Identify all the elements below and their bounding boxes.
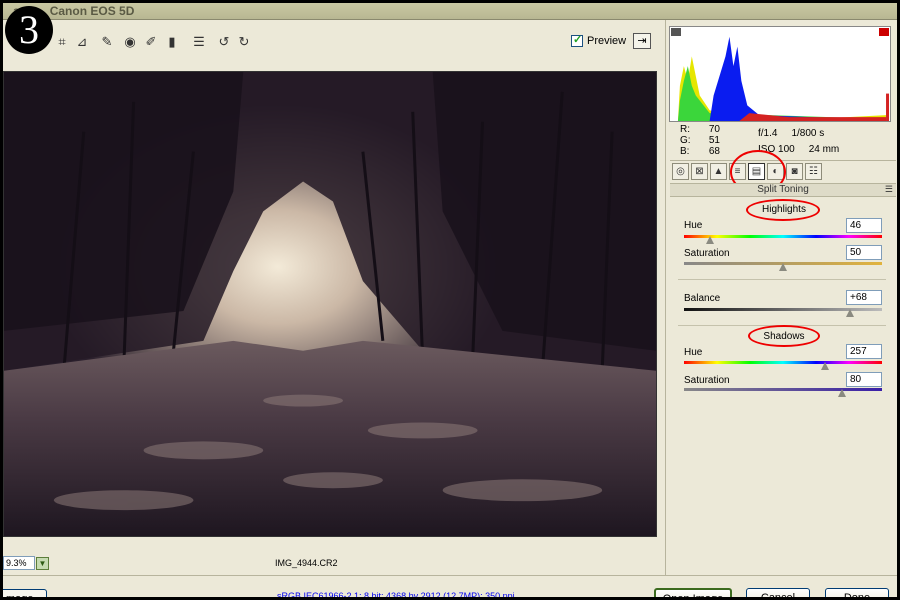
highlights-hue-slider[interactable]	[684, 235, 882, 244]
rgb-readout: R: 70 G: 51 B: 68	[680, 124, 720, 157]
workflow-options-link[interactable]: sRGB IEC61966-2.1; 8 bit; 4368 by 2912 (…	[277, 591, 515, 597]
shadow-clipping-icon[interactable]	[671, 28, 681, 36]
divider	[678, 279, 886, 280]
chevron-down-icon[interactable]: ▼	[36, 556, 49, 570]
balance-value[interactable]: +68	[846, 290, 882, 305]
b-label: B:	[680, 146, 690, 157]
b-value: 68	[708, 146, 720, 157]
graduated-filter-icon[interactable]: ▮	[163, 33, 181, 51]
g-label: G:	[680, 135, 691, 146]
slider-thumb[interactable]	[838, 389, 847, 398]
preferences-icon[interactable]: ☰	[190, 33, 208, 51]
tab-basic-icon[interactable]: ◎	[672, 163, 689, 180]
section-header: Split Toning ☰	[670, 183, 896, 197]
preview-label: Preview	[587, 35, 627, 47]
save-image-button[interactable]: mage...	[3, 589, 47, 597]
step-badge: 3	[5, 6, 53, 54]
footer-bar: mage... sRGB IEC61966-2.1; 8 bit; 4368 b…	[3, 575, 897, 597]
section-title: Split Toning	[757, 184, 809, 195]
shadows-hue-label: Hue	[684, 347, 703, 358]
fullscreen-icon[interactable]: ⇥	[633, 33, 651, 49]
slider-thumb[interactable]	[779, 263, 788, 272]
highlights-saturation-value[interactable]: 50	[846, 245, 882, 260]
forest-path-photo	[4, 72, 656, 536]
highlights-hue-label: Hue	[684, 220, 703, 231]
checkbox-icon[interactable]	[571, 33, 583, 47]
done-button[interactable]: Done	[825, 588, 889, 597]
rotate-left-icon[interactable]: ↺	[215, 33, 233, 51]
shadows-saturation-value[interactable]: 80	[846, 372, 882, 387]
slider-thumb[interactable]	[846, 309, 855, 318]
cancel-button[interactable]: Cancel	[746, 588, 810, 597]
zoom-value[interactable]: 9.3%	[3, 556, 35, 570]
crop-icon[interactable]: ⌗	[53, 33, 71, 51]
tab-camera-calibration-icon[interactable]: ◙	[786, 163, 803, 180]
highlights-saturation-label: Saturation	[684, 248, 730, 259]
panel-menu-icon[interactable]: ☰	[885, 184, 893, 195]
zoom-control[interactable]: 9.3% ▼	[3, 556, 51, 570]
focal-value: 24 mm	[808, 144, 840, 155]
slider-thumb[interactable]	[820, 362, 830, 371]
shadows-saturation-slider[interactable]	[684, 388, 882, 397]
histogram	[669, 26, 891, 122]
highlights-saturation-slider[interactable]	[684, 262, 882, 271]
rotate-right-icon[interactable]: ↻	[235, 33, 253, 51]
balance-label: Balance	[684, 293, 721, 304]
histogram-graph	[670, 27, 890, 121]
tab-detail-icon[interactable]: ▲	[710, 163, 727, 180]
image-canvas	[3, 68, 663, 552]
g-value: 51	[708, 135, 720, 146]
balance-slider[interactable]	[684, 308, 882, 317]
tab-presets-icon[interactable]: ☷	[805, 163, 822, 180]
photo-preview[interactable]	[3, 71, 657, 537]
shadows-saturation-label: Saturation	[684, 375, 730, 386]
tab-tone-curve-icon[interactable]: ⊠	[691, 163, 708, 180]
adjustment-brush-icon[interactable]: ✐	[142, 33, 160, 51]
r-label: R:	[680, 124, 690, 135]
open-image-button[interactable]: Open Image	[654, 588, 732, 597]
red-eye-icon[interactable]: ◉	[121, 33, 139, 51]
highlight-clipping-icon[interactable]	[879, 28, 889, 36]
annotation-circle	[748, 325, 820, 347]
highlights-hue-value[interactable]: 46	[846, 218, 882, 233]
adjustments-panel: R: 70 G: 51 B: 68 f/1.4 1/800 s ISO 100 24 mm…	[665, 20, 897, 575]
shadows-hue-slider[interactable]	[684, 361, 882, 370]
preview-checkbox[interactable]: Preview	[571, 33, 627, 47]
title-bar: ay 1... Canon EOS 5D	[3, 3, 897, 20]
shutter-value: 1/800 s	[791, 128, 825, 139]
annotation-circle	[746, 199, 820, 221]
filename-label: IMG_4944.CR2	[275, 558, 338, 568]
toolbar: ⌗ ⊿ ✎ ◉ ✐ ▮ ☰ ↺ ↻ Preview ⇥	[3, 20, 663, 68]
shadows-hue-value[interactable]: 257	[846, 344, 882, 359]
spot-removal-icon[interactable]: ✎	[98, 33, 116, 51]
straighten-icon[interactable]: ⊿	[73, 33, 91, 51]
aperture-value: f/1.4	[758, 128, 778, 139]
camera-raw-dialog: ay 1... Canon EOS 5D 3 ⌗ ⊿ ✎ ◉ ✐ ▮ ☰ ↺ ↻…	[0, 0, 900, 600]
slider-thumb[interactable]	[705, 236, 715, 245]
r-value: 70	[708, 124, 720, 135]
